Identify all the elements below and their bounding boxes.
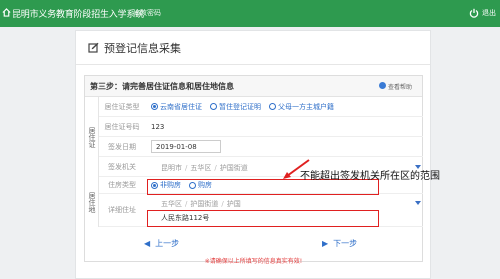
next-step-label: 下一步 (333, 239, 358, 248)
authority-district: 五华区 (190, 163, 212, 172)
radio-temporary-registration[interactable]: 暂住登记证明 (210, 102, 261, 112)
help-icon[interactable] (379, 82, 386, 89)
home-icon (2, 8, 11, 17)
card-header: 预登记信息采集 (76, 31, 430, 65)
step-bar: 第三步：请完善居住证信息和居住地信息 查看帮助 (85, 76, 422, 97)
app-title: 昆明市义务教育阶段招生入学系统 (12, 10, 145, 20)
logout-link[interactable]: 退出 (482, 8, 496, 18)
group-label-residence-text: 居住地 (88, 191, 96, 213)
change-password-link[interactable]: 修改密码 (133, 8, 161, 18)
help-link[interactable]: 查看帮助 (388, 82, 412, 91)
group-label-residence-permit-text: 居住证 (88, 126, 96, 148)
permit-type-options: 云南省居住证 暂住登记证明 父母一方主城户籍 (151, 97, 342, 116)
permit-number-label: 居住证号码 (104, 122, 140, 131)
arrow-left-icon: ◀ (144, 239, 151, 248)
separator: / (214, 163, 217, 172)
prev-step-label: 上一步 (155, 239, 180, 248)
address-select[interactable]: 五华区 / 护国街道 / 护国 (161, 197, 241, 210)
issue-date-input[interactable]: 2019-01-08 (151, 140, 221, 153)
permit-type-label: 居住证类型 (104, 102, 140, 111)
issue-date-wrap: 2019-01-08 (151, 137, 221, 156)
group-label-residence: 居住地 (85, 177, 99, 227)
address-label: 详细住址 (108, 206, 136, 214)
validity-note: ※请确保以上所填写的信息真实有效! (204, 258, 303, 265)
row-issue-date: 签发日期 2019-01-08 (99, 137, 423, 157)
authority-city: 昆明市 (161, 163, 182, 172)
row-permit-number: 居住证号码 123 (99, 117, 423, 137)
radio-checked-icon (151, 103, 158, 110)
power-icon[interactable] (469, 8, 479, 18)
annotation-text: 不能超出签发机关所在区的范围 (300, 171, 440, 182)
step-title: 第三步：请完善居住证信息和居住地信息 (90, 82, 234, 91)
radio-yunnan-permit[interactable]: 云南省居住证 (151, 102, 202, 112)
radio-unchecked-icon (210, 103, 217, 110)
address-district: 五华区 (161, 199, 182, 208)
separator: / (221, 199, 224, 208)
authority-subdistrict: 护国街道 (219, 163, 248, 172)
card-title: 预登记信息采集 (104, 42, 181, 55)
authority-select[interactable]: 昆明市 / 五华区 / 护国街道 (161, 161, 248, 174)
separator: / (185, 199, 188, 208)
separator: / (185, 163, 188, 172)
authority-label: 签发机关 (108, 162, 136, 171)
arrow-right-icon: ▶ (322, 239, 329, 248)
radio-unchecked-icon (269, 103, 276, 110)
prev-step-button[interactable]: ◀ 上一步 (144, 238, 179, 249)
top-bar: 昆明市义务教育阶段招生入学系统 修改密码 退出 (0, 0, 500, 27)
issue-date-label: 签发日期 (108, 142, 136, 151)
permit-number-value[interactable]: 123 (151, 117, 164, 136)
address-subdistrict: 护国街道 (190, 199, 219, 208)
edit-icon (88, 42, 99, 53)
address-community: 护国 (226, 199, 241, 208)
radio-parent-household[interactable]: 父母一方主城户籍 (269, 102, 334, 112)
row-permit-type: 居住证类型 云南省居住证 暂住登记证明 父母一方主城户籍 (99, 97, 423, 117)
main-card: 预登记信息采集 第三步：请完善居住证信息和居住地信息 查看帮助 居住证 居住证类… (75, 30, 440, 279)
highlight-box-address (147, 210, 379, 227)
housing-type-label: 住房类型 (108, 181, 136, 189)
next-step-button[interactable]: ▶ 下一步 (322, 238, 357, 249)
group-label-residence-permit: 居住证 (85, 97, 99, 177)
chevron-down-icon[interactable] (415, 201, 421, 205)
